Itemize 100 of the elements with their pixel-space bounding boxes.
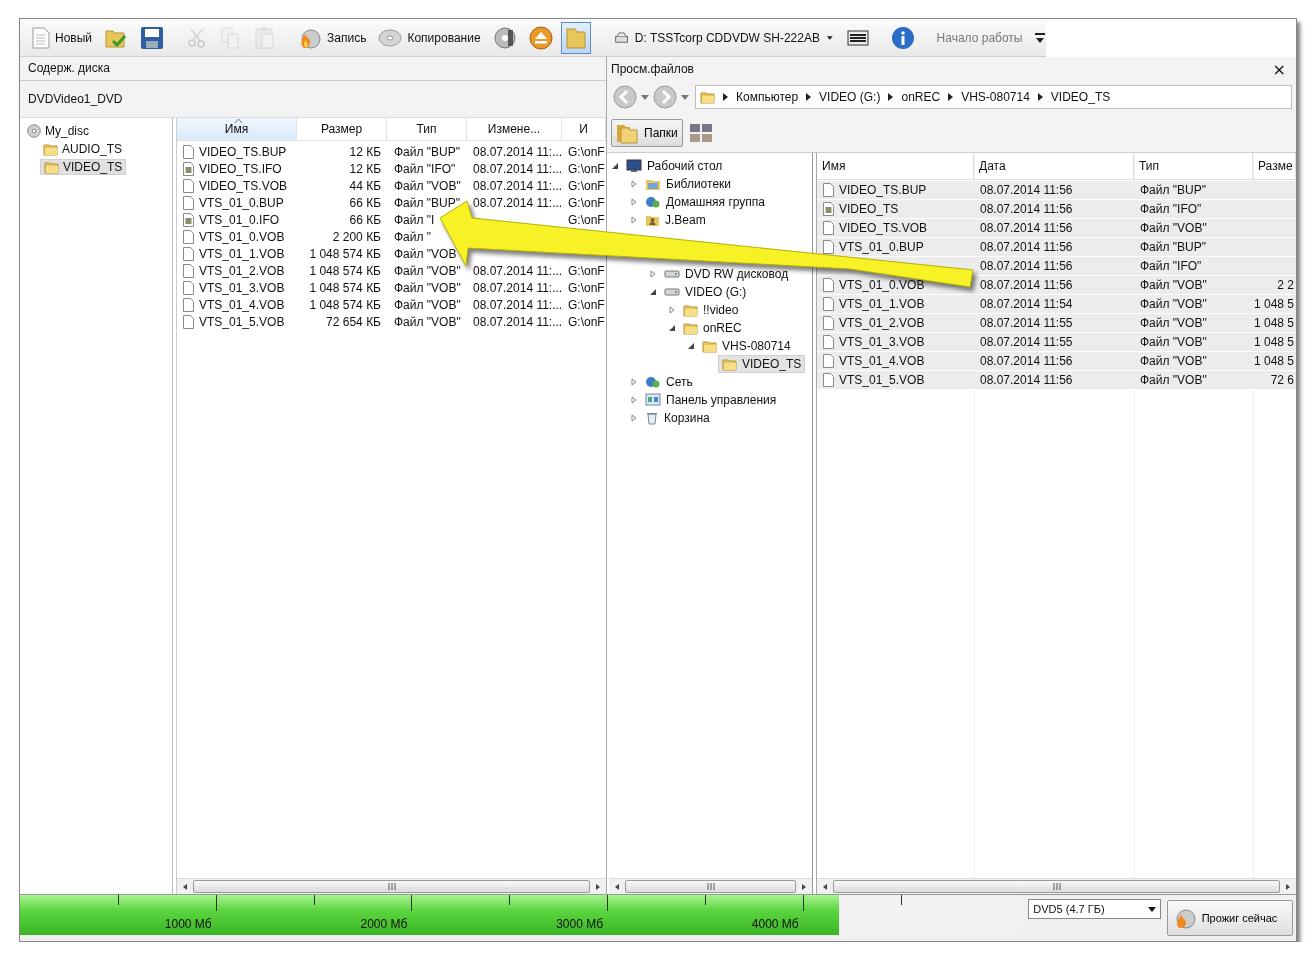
table-cell-text: G:\onF [567, 160, 606, 177]
file-name-cell[interactable]: VIDEO_TS.BUP [817, 181, 974, 200]
scroll-left-icon[interactable] [821, 882, 829, 891]
scrollbar-thumb[interactable] [193, 880, 590, 893]
file-name-cell[interactable]: VTS_01_0.IFO [177, 211, 297, 228]
file-name-cell[interactable]: VIDEO_TS.VOB [817, 219, 974, 238]
expand-arrow-icon[interactable] [649, 270, 657, 278]
breadcrumb-item[interactable]: VIDEO_TS [1050, 90, 1111, 104]
file-name-cell[interactable]: VIDEO_TS.VOB [177, 177, 297, 194]
table-cell: 08.07.2014 11:56 [974, 181, 1134, 200]
dropdown-caret-icon[interactable] [681, 94, 689, 100]
collapse-arrow-icon[interactable] [668, 324, 676, 332]
close-button[interactable]: × [1268, 59, 1290, 79]
tree-item[interactable]: DVD RW дисковод [661, 266, 792, 282]
file-name-cell[interactable]: VIDEO_TS.BUP [177, 143, 297, 160]
tree-item[interactable]: Сеть [642, 374, 696, 390]
breadcrumb-item[interactable]: onREC [901, 90, 941, 104]
table-cell: 2 2 [1253, 276, 1296, 295]
tree-item[interactable]: VHS-080714 [699, 338, 794, 354]
tree-item[interactable]: Корзина [642, 410, 713, 426]
file-name-cell[interactable]: VTS_01_3.VOB [817, 333, 974, 352]
tree-item[interactable]: VIDEO_TS [40, 159, 127, 175]
forward-icon[interactable] [653, 85, 677, 109]
table-cell: Файл "IFO" [1134, 200, 1253, 219]
toolbar-button[interactable]: Новый [28, 21, 97, 54]
drive-dropdown[interactable]: D: TSSTcorp CDDVDW SH-222AB [604, 23, 839, 52]
horizontal-scrollbar[interactable] [609, 878, 812, 894]
column-header[interactable]: Тип [1134, 153, 1253, 180]
column-header[interactable]: Измене... [467, 118, 562, 141]
tree-item[interactable]: Библиотеки [642, 176, 734, 192]
collapse-arrow-icon[interactable] [649, 288, 657, 296]
file-name-cell[interactable]: VIDEO_TS.IFO [177, 160, 297, 177]
file-name-cell[interactable]: VTS_01_3.VOB [177, 279, 297, 296]
file-name-cell[interactable]: VTS_01_1.VOB [817, 295, 974, 314]
file-name-cell[interactable]: VTS_01_2.VOB [817, 314, 974, 333]
breadcrumb-item[interactable]: VHS-080714 [961, 90, 1030, 104]
scroll-right-icon[interactable] [594, 882, 602, 891]
scroll-left-icon[interactable] [181, 882, 189, 891]
horizontal-scrollbar[interactable] [817, 878, 1296, 894]
horizontal-scrollbar[interactable] [177, 878, 606, 894]
tree-item[interactable]: AUDIO_TS [40, 142, 125, 156]
toolbar-button[interactable]: Копирование [374, 21, 485, 54]
file-name-cell[interactable]: VTS_01_4.VOB [817, 352, 974, 371]
file-name-cell[interactable]: VTS_01_5.VOB [817, 371, 974, 390]
scroll-right-icon[interactable] [1284, 882, 1292, 891]
expand-arrow-icon[interactable] [668, 306, 676, 314]
table-cell-text: Файл "VOB [393, 245, 458, 262]
file-name-cell[interactable]: VTS_01_0.BUP [817, 238, 974, 257]
column-header[interactable]: Разме [1253, 153, 1296, 180]
tree-item[interactable]: onREC [680, 320, 745, 336]
tree-item[interactable]: !!video [680, 302, 742, 318]
breadcrumb-item[interactable]: Компьютер [736, 90, 799, 104]
disc-type-dropdown[interactable]: DVD5 (4.7 ГБ) [1028, 899, 1161, 919]
scroll-right-icon[interactable] [800, 882, 808, 891]
settings-file-icon [183, 212, 194, 227]
file-name-cell[interactable]: VTS_01_0.BUP [177, 194, 297, 211]
tree-item[interactable]: Рабочий стол [623, 158, 726, 174]
tree-item[interactable]: J.Beam [642, 212, 709, 228]
expand-arrow-icon[interactable] [630, 198, 638, 206]
file-icon [823, 183, 834, 197]
expand-arrow-icon[interactable] [630, 396, 638, 404]
file-name-cell[interactable]: VTS_01_4.VOB [177, 296, 297, 313]
breadcrumb-item[interactable]: VIDEO (G:) [819, 90, 881, 104]
scroll-left-icon[interactable] [613, 882, 621, 891]
tree-item[interactable]: Панель управления [642, 392, 780, 408]
back-icon[interactable] [613, 85, 637, 109]
file-name-cell[interactable]: VTS_01_1.VOB [177, 245, 297, 262]
column-header[interactable]: Имя [817, 153, 974, 180]
tree-item[interactable]: My_disc [24, 124, 92, 138]
table-cell: 08.07.2014 11:55 [974, 314, 1134, 333]
expand-arrow-icon[interactable] [630, 216, 638, 224]
column-header[interactable]: Дата [974, 153, 1134, 180]
scrollbar-thumb[interactable] [833, 880, 1280, 893]
panel-title: Содерж. диска [20, 57, 606, 81]
file-name-cell[interactable]: VTS_01_2.VOB [177, 262, 297, 279]
file-name-cell[interactable]: VTS_01_0.VOB [177, 228, 297, 245]
expand-arrow-icon[interactable] [630, 180, 638, 188]
burn-button[interactable]: Прожиг сейчас [1166, 900, 1293, 936]
collapse-arrow-icon[interactable] [611, 162, 619, 170]
file-name-cell[interactable]: VIDEO_TS [817, 200, 974, 219]
tree-item[interactable]: VIDEO (G:) [661, 284, 750, 300]
expand-arrow-icon[interactable] [630, 378, 638, 386]
column-header[interactable]: Размер [297, 118, 387, 141]
scale-label: 2000 Мб [360, 917, 409, 931]
tree-item[interactable]: Домашняя группа [642, 194, 769, 210]
column-header[interactable]: И [562, 118, 606, 141]
column-header[interactable]: Имя [177, 118, 297, 141]
expand-arrow-icon[interactable] [630, 414, 638, 422]
address-bar[interactable]: Компьютер VIDEO (G:) onREC VHS-080714 VIDEO_TS [695, 85, 1292, 109]
collapse-arrow-icon[interactable] [687, 342, 695, 350]
column-header[interactable]: Тип [387, 118, 467, 141]
file-name-cell[interactable]: VTS_01_5.VOB [177, 313, 297, 330]
view-options-icon[interactable] [688, 122, 713, 143]
folder-icon [43, 142, 58, 156]
file-icon [183, 229, 194, 244]
toolbar-button[interactable]: Запись [294, 21, 371, 54]
folders-button[interactable]: Папки [611, 118, 683, 147]
tree-item[interactable]: VIDEO_TS [718, 355, 806, 373]
dropdown-caret-icon[interactable] [641, 94, 649, 100]
scrollbar-thumb[interactable] [625, 880, 796, 893]
